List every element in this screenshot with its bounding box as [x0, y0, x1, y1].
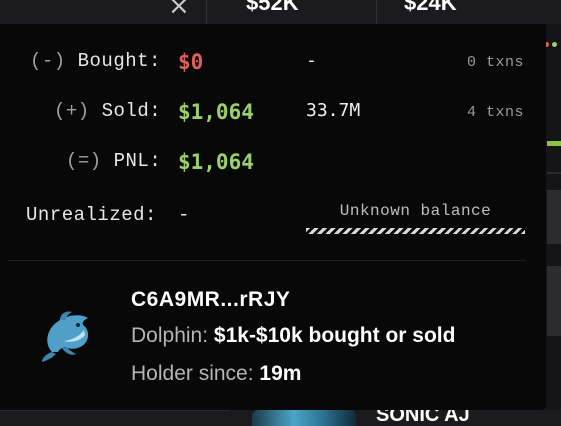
- minus-symbol: (-): [30, 50, 66, 72]
- status-dots: [544, 42, 561, 48]
- holder-tier: Dolphin: $1k-$10k bought or sold: [131, 324, 455, 348]
- unknown-balance-bar: [306, 228, 525, 234]
- equals-symbol: (=): [66, 150, 102, 172]
- unrealized-label: Unrealized:: [26, 204, 157, 226]
- stat-value: $24K: [404, 0, 457, 15]
- stat-value: $52K: [246, 0, 299, 15]
- unknown-balance-text: Unknown balance: [339, 202, 492, 220]
- tier-label: Dolphin:: [131, 324, 209, 347]
- dolphin-icon: [42, 311, 89, 362]
- bought-row: (-) Bought: $0 - 0 txns: [0, 50, 546, 80]
- holder-address[interactable]: C6A9MR...rRJY: [131, 288, 290, 312]
- progress-bar: [547, 141, 561, 146]
- background-divider: [0, 410, 230, 411]
- bought-txns: 0 txns: [466, 54, 524, 71]
- sold-label: (+) Sold:: [54, 100, 161, 122]
- bought-text: Bought:: [77, 50, 161, 72]
- background-card: [547, 190, 561, 244]
- since-value: 19m: [259, 362, 302, 385]
- bought-label: (-) Bought:: [30, 50, 161, 72]
- token-thumbnail[interactable]: [252, 410, 356, 426]
- sold-text: Sold:: [101, 100, 162, 122]
- plus-symbol: (+): [54, 100, 90, 122]
- bought-amount: $0: [178, 50, 204, 74]
- holder-since: Holder since: 19m: [131, 362, 301, 386]
- background-line: [547, 172, 561, 174]
- pnl-text: PNL:: [113, 150, 162, 172]
- since-label: Holder since:: [131, 362, 254, 385]
- green-dot: [552, 42, 557, 47]
- pnl-row: (=) PNL: $1,064: [0, 150, 546, 180]
- tier-value: $1k-$10k bought or sold: [213, 324, 456, 347]
- section-divider: [8, 260, 526, 261]
- sold-quantity: 33.7M: [306, 100, 361, 121]
- bought-quantity: -: [306, 50, 317, 71]
- header-divider: [376, 0, 377, 24]
- sold-amount: $1,064: [178, 100, 254, 124]
- pnl-label: (=) PNL:: [66, 150, 161, 172]
- sold-row: (+) Sold: $1,064 33.7M 4 txns: [0, 100, 546, 130]
- header-divider: [206, 0, 207, 24]
- unrealized-value: -: [178, 204, 190, 226]
- background-card: [547, 266, 561, 336]
- pnl-amount: $1,064: [178, 150, 254, 174]
- sold-txns: 4 txns: [466, 104, 524, 121]
- trader-pnl-tooltip: (-) Bought: $0 - 0 txns (+) Sold: $1,064…: [0, 24, 546, 410]
- close-icon[interactable]: ×: [168, 0, 190, 19]
